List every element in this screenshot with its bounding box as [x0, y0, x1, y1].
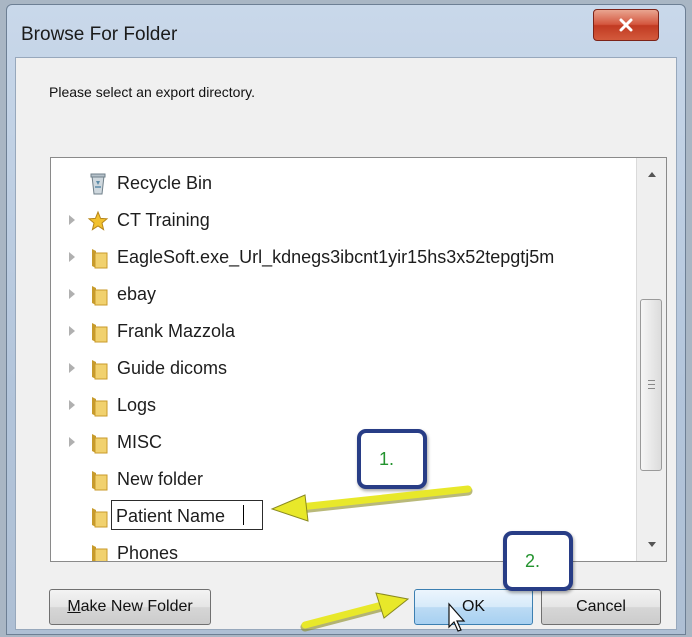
close-icon — [619, 18, 633, 32]
folder-rename-input[interactable]: Patient Name — [111, 500, 263, 530]
folder-icon — [92, 471, 108, 491]
star-icon — [87, 210, 109, 231]
tree-item-label: Recycle Bin — [117, 173, 213, 193]
folder-tree[interactable]: Recycle Bin CT Training EagleSoft.exe_Ur… — [50, 157, 667, 562]
grip-line — [648, 384, 655, 385]
step-2-callout: 2. — [503, 531, 573, 591]
folder-icon — [92, 286, 108, 306]
cancel-button[interactable]: Cancel — [541, 589, 661, 625]
tree-item-label: ebay — [117, 284, 157, 304]
scroll-thumb[interactable] — [640, 299, 662, 471]
text-caret — [243, 505, 244, 525]
ok-button[interactable]: OK — [414, 589, 533, 625]
tree-item-frank-mazzola[interactable]: Frank Mazzola — [51, 314, 636, 350]
step-1-number: 1. — [379, 449, 395, 469]
dialog-body: Please select an export directory. Recyc… — [15, 57, 677, 630]
recycle-bin-icon — [90, 173, 106, 195]
expand-arrow-icon[interactable] — [69, 363, 75, 373]
folder-icon — [92, 397, 108, 417]
folder-icon — [92, 545, 108, 561]
folder-icon — [92, 249, 108, 269]
grip-line — [648, 380, 655, 381]
folder-icon — [92, 323, 108, 343]
make-new-folder-button[interactable]: Make New Folder — [49, 589, 211, 625]
vertical-scrollbar[interactable] — [636, 158, 666, 561]
prompt-text: Please select an export directory. — [49, 84, 255, 100]
tree-item-label: Logs — [117, 395, 157, 415]
tree-item-ebay[interactable]: ebay — [51, 277, 636, 313]
title-bar[interactable]: Browse For Folder — [7, 5, 685, 61]
expand-arrow-icon[interactable] — [69, 252, 75, 262]
cancel-label: Cancel — [576, 598, 626, 615]
expand-arrow-icon[interactable] — [69, 326, 75, 336]
browse-for-folder-dialog: Browse For Folder Please select an expor… — [6, 4, 686, 635]
tree-item-ct-training[interactable]: CT Training — [51, 203, 636, 239]
tree-item-recycle-bin[interactable]: Recycle Bin — [51, 166, 636, 202]
grip-line — [648, 388, 655, 389]
step-2-number: 2. — [525, 551, 541, 571]
tree-item-label: Phones — [117, 543, 179, 562]
tree-item-logs[interactable]: Logs — [51, 388, 636, 424]
close-button[interactable] — [593, 9, 659, 41]
rename-input-value: Patient Name — [116, 506, 226, 526]
dialog-title: Browse For Folder — [21, 24, 178, 45]
tree-item-label: Frank Mazzola — [117, 321, 236, 341]
expand-arrow-icon[interactable] — [69, 289, 75, 299]
tree-item-guide-dicoms[interactable]: Guide dicoms — [51, 351, 636, 387]
tree-item-label: MISC — [117, 432, 162, 452]
scroll-down-arrow-icon[interactable] — [648, 542, 656, 547]
expand-arrow-icon[interactable] — [69, 400, 75, 410]
tree-item-eaglesoft[interactable]: EagleSoft.exe_Url_kdnegs3ibcnt1yir15hs3x… — [51, 240, 636, 276]
accelerator-key: M — [67, 598, 81, 615]
make-new-folder-label: ake New Folder — [80, 598, 193, 615]
tree-item-new-folder[interactable]: New folder — [51, 462, 636, 498]
tree-item-label: EagleSoft.exe_Url_kdnegs3ibcnt1yir15hs3x… — [117, 247, 555, 267]
tree-item-misc[interactable]: MISC — [51, 425, 636, 461]
tree-item-patient-name[interactable]: Patient Name — [51, 499, 636, 535]
expand-arrow-icon[interactable] — [69, 215, 75, 225]
folder-icon — [92, 434, 108, 454]
step-1-callout: 1. — [357, 429, 427, 489]
expand-arrow-icon[interactable] — [69, 437, 75, 447]
ok-label: OK — [461, 598, 486, 615]
tree-item-label: Guide dicoms — [117, 358, 228, 378]
scroll-up-arrow-icon[interactable] — [648, 172, 656, 177]
tree-item-label: CT Training — [117, 210, 210, 230]
folder-icon — [92, 508, 108, 528]
tree-item-label: New folder — [117, 469, 204, 489]
folder-icon — [92, 360, 108, 380]
